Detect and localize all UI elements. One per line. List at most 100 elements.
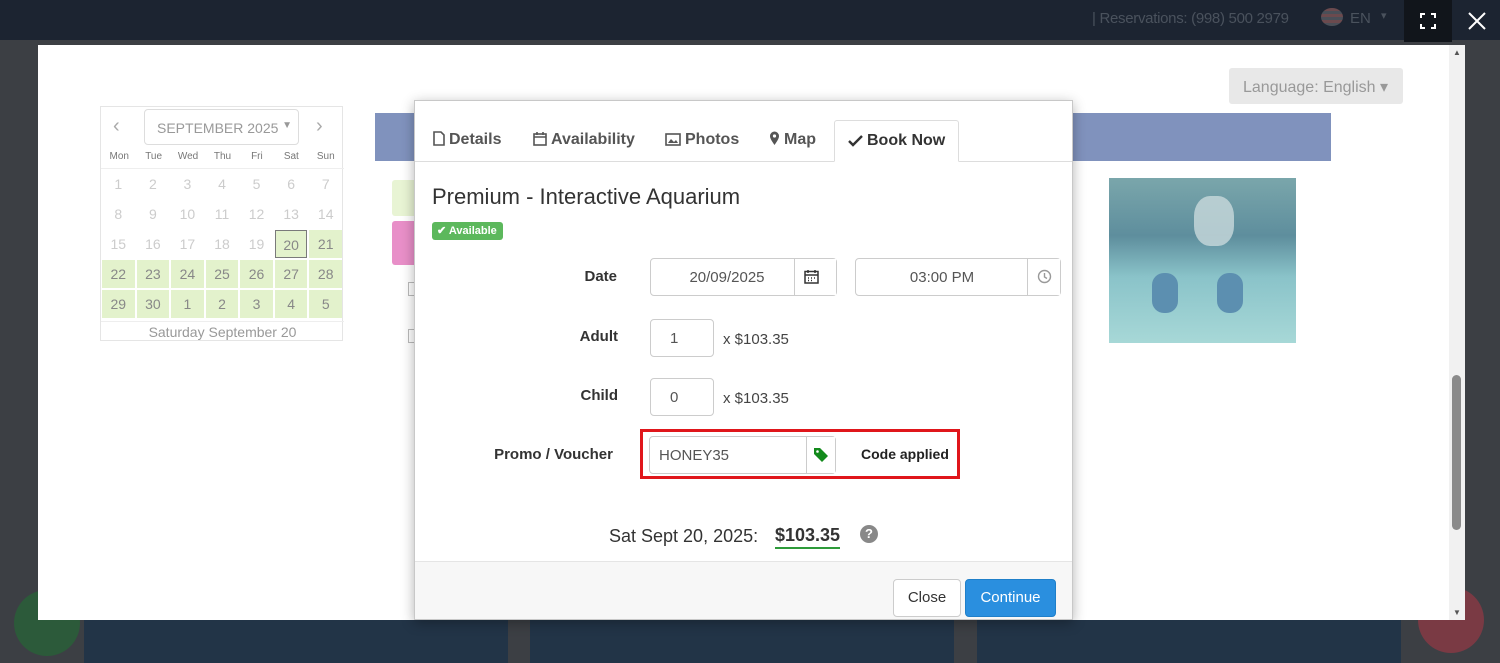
calendar-day[interactable]: 29 <box>102 290 135 318</box>
fullscreen-button[interactable] <box>1404 0 1452 42</box>
background-card <box>84 620 508 663</box>
weekday-label: Fri <box>251 151 263 162</box>
help-icon[interactable]: ? <box>860 525 878 543</box>
photo-diver <box>1194 196 1234 246</box>
month-select-value: SEPTEMBER 2025 <box>157 120 279 136</box>
calendar-grid: 1 2 3 4 5 6 7 8 9 10 11 12 13 14 15 16 17 18 19 20 21 22 23 24 2… <box>102 170 342 318</box>
weekday-label: Thu <box>213 151 232 162</box>
calendar-day: 12 <box>240 200 273 228</box>
modal-footer: Close Continue <box>415 561 1072 619</box>
chevron-down-icon[interactable]: ▾ <box>1381 9 1387 22</box>
calendar-day-selected[interactable]: 20 <box>274 230 308 258</box>
calendar-day: 10 <box>171 200 204 228</box>
calendar-day[interactable]: 1 <box>171 290 204 318</box>
availability-calendar: ‹ SEPTEMBER 2025 ▼ › Mon Tue Wed Thu Fri… <box>100 106 344 341</box>
tab-map[interactable]: Map <box>769 120 816 162</box>
date-label: Date <box>584 268 617 285</box>
photo-person <box>1152 273 1178 313</box>
time-picker-button[interactable] <box>1027 259 1060 295</box>
previous-month-icon[interactable]: ‹ <box>113 115 120 138</box>
time-field[interactable]: 03:00 PM <box>855 258 1061 296</box>
next-month-icon[interactable]: › <box>316 115 323 138</box>
reservations-phone: | Reservations: (998) 500 2979 <box>1092 10 1289 27</box>
child-quantity-input[interactable]: 0 <box>650 378 714 416</box>
calendar-day[interactable]: 30 <box>136 290 170 318</box>
calendar-day: 6 <box>274 170 308 198</box>
badge-label: Available <box>448 225 497 237</box>
date-picker-button[interactable] <box>794 259 836 295</box>
time-value: 03:00 PM <box>909 269 975 286</box>
calendar-day: 2 <box>136 170 170 198</box>
photo-person <box>1217 273 1243 313</box>
background-card <box>977 620 1401 663</box>
promo-status: Code applied <box>861 446 949 462</box>
picture-icon <box>665 133 681 146</box>
weekday-label: Sat <box>283 151 299 162</box>
calendar-day: 17 <box>171 230 204 258</box>
calendar-day: 16 <box>136 230 170 258</box>
month-select[interactable]: SEPTEMBER 2025 ▼ <box>144 109 299 145</box>
calendar-day: 5 <box>240 170 273 198</box>
adult-quantity-value: 1 <box>670 330 679 347</box>
tab-photos[interactable]: Photos <box>665 120 739 162</box>
selected-date-label: Saturday September 20 <box>101 321 344 340</box>
scroll-up-icon[interactable]: ▲ <box>1453 48 1461 57</box>
calendar-day[interactable]: 4 <box>274 290 308 318</box>
weekday-label: Mon <box>109 151 129 162</box>
calendar-day[interactable]: 26 <box>240 260 273 288</box>
close-button[interactable]: Close <box>893 579 961 617</box>
calendar-day[interactable]: 24 <box>171 260 204 288</box>
calendar-day: 9 <box>136 200 170 228</box>
top-bar: | Reservations: (998) 500 2979 EN ▾ <box>0 0 1500 40</box>
calendar-day: 11 <box>205 200 239 228</box>
booking-modal: Details Availability Photos Map Book Now… <box>414 100 1073 620</box>
calendar-day: 14 <box>309 200 342 228</box>
continue-button[interactable]: Continue <box>965 579 1056 617</box>
modal-tabs: Details Availability Photos Map Book Now <box>415 101 1072 162</box>
tab-details[interactable]: Details <box>433 120 501 162</box>
language-select[interactable]: Language: English ▾ <box>1229 68 1403 104</box>
promo-code-input[interactable]: HONEY35 <box>649 436 836 474</box>
calendar-day[interactable]: 23 <box>136 260 170 288</box>
calendar-day: 8 <box>102 200 135 228</box>
calendar-day[interactable]: 3 <box>240 290 273 318</box>
background-card <box>530 620 954 663</box>
adult-quantity-input[interactable]: 1 <box>650 319 714 357</box>
calendar-day[interactable]: 22 <box>102 260 135 288</box>
calendar-day[interactable]: 27 <box>274 260 308 288</box>
tab-book-now[interactable]: Book Now <box>834 120 960 162</box>
calendar-day: 4 <box>205 170 239 198</box>
calendar-day[interactable]: 21 <box>309 230 342 258</box>
calendar-day[interactable]: 28 <box>309 260 342 288</box>
tour-photo[interactable] <box>1109 178 1296 343</box>
language-code[interactable]: EN <box>1350 10 1371 27</box>
calendar-day[interactable]: 5 <box>309 290 342 318</box>
tab-label: Photos <box>685 131 740 148</box>
calendar-icon <box>804 270 819 284</box>
calendar-day: 19 <box>240 230 273 258</box>
scroll-down-icon[interactable]: ▼ <box>1453 608 1461 617</box>
adult-price: x $103.35 <box>723 331 789 348</box>
map-marker-icon <box>770 131 779 145</box>
scroll-thumb[interactable] <box>1452 375 1461 530</box>
promo-apply-button[interactable] <box>806 437 835 473</box>
promo-label: Promo / Voucher <box>494 446 613 463</box>
calendar-day: 15 <box>102 230 135 258</box>
calendar-day[interactable]: 2 <box>205 290 239 318</box>
check-icon <box>848 135 863 147</box>
tab-label: Map <box>784 131 816 148</box>
tour-tab-marker <box>392 221 416 265</box>
tab-label: Book Now <box>867 132 946 149</box>
fullscreen-icon <box>1420 13 1436 29</box>
child-quantity-value: 0 <box>670 389 679 406</box>
lightbox-close-button[interactable] <box>1455 0 1500 42</box>
date-field[interactable]: 20/09/2025 <box>650 258 837 296</box>
calendar-day[interactable]: 25 <box>205 260 239 288</box>
calendar-day: 1 <box>102 170 135 198</box>
scrollbar[interactable]: ▲ ▼ <box>1449 45 1465 620</box>
weekday-label: Tue <box>145 151 163 162</box>
tab-label: Availability <box>551 131 635 148</box>
tag-icon <box>814 448 828 462</box>
tab-availability[interactable]: Availability <box>533 120 635 162</box>
child-label: Child <box>580 387 619 404</box>
